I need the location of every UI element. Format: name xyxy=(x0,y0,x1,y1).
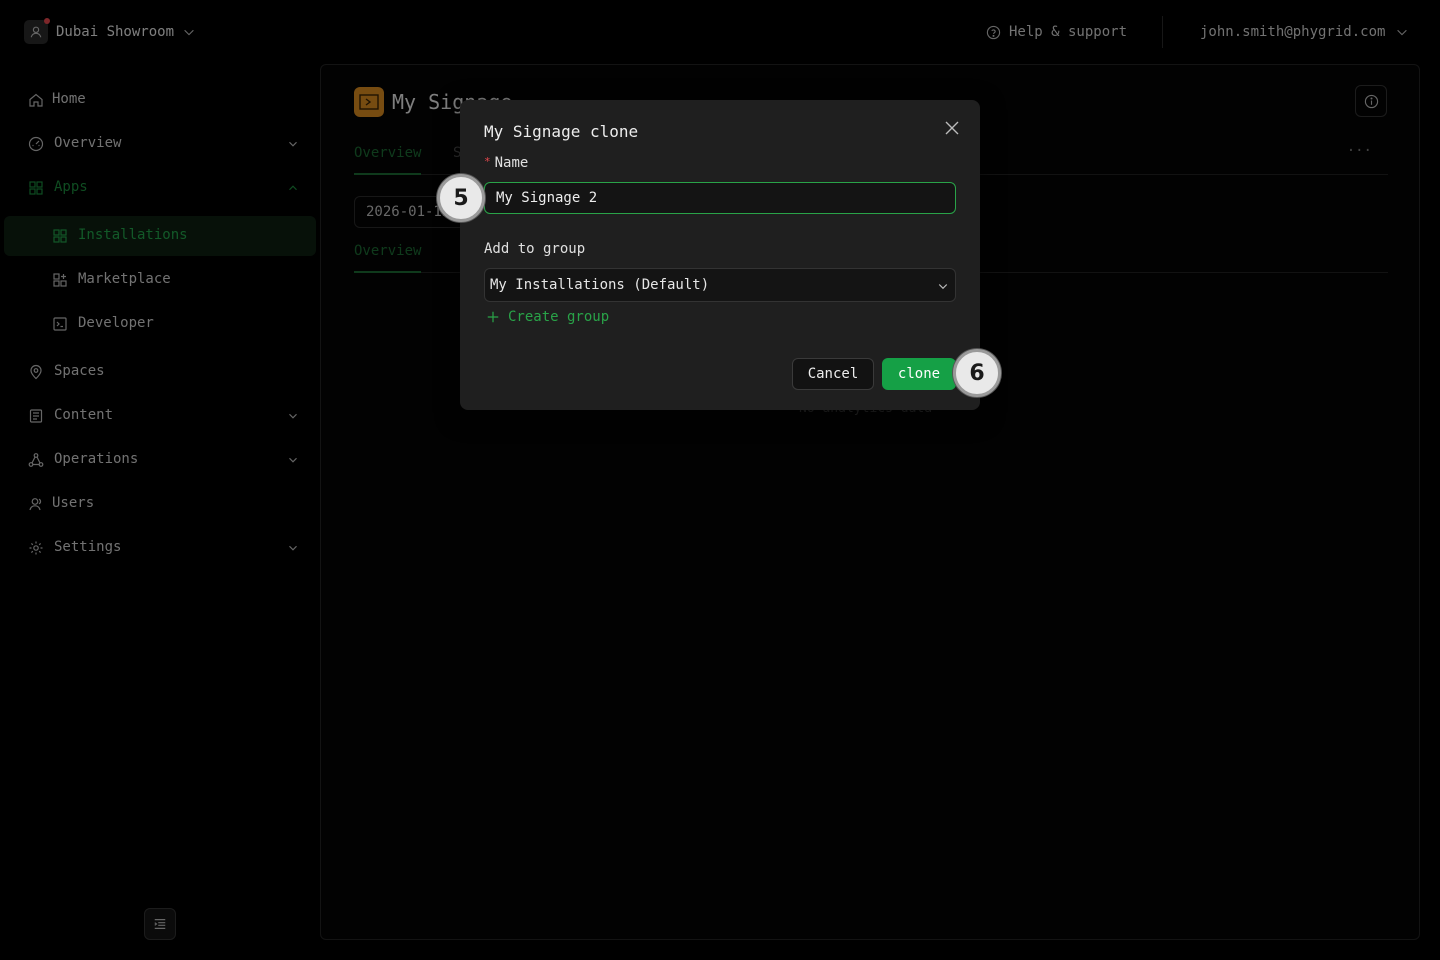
cancel-button[interactable]: Cancel xyxy=(792,358,874,390)
create-group-link[interactable]: Create group xyxy=(486,309,609,325)
step-marker: 5 xyxy=(437,174,485,222)
name-label-text: Name xyxy=(494,155,529,171)
chevron-down-icon xyxy=(938,284,948,290)
required-marker: * xyxy=(484,155,491,168)
clone-button[interactable]: clone xyxy=(882,358,956,390)
name-field-label: * Name xyxy=(484,155,528,171)
clone-dialog: My Signage clone *Name Add to group My I… xyxy=(460,100,980,410)
group-field-label: Add to group xyxy=(484,241,586,257)
group-select-value: My Installations (Default) xyxy=(490,277,710,293)
group-select[interactable]: My Installations (Default) xyxy=(484,268,956,302)
name-input[interactable] xyxy=(484,182,956,214)
create-group-label: Create group xyxy=(508,309,610,325)
close-icon[interactable] xyxy=(944,120,960,136)
plus-icon xyxy=(487,311,499,323)
dialog-title: My Signage clone xyxy=(484,122,639,141)
step-marker: 6 xyxy=(953,349,1001,397)
